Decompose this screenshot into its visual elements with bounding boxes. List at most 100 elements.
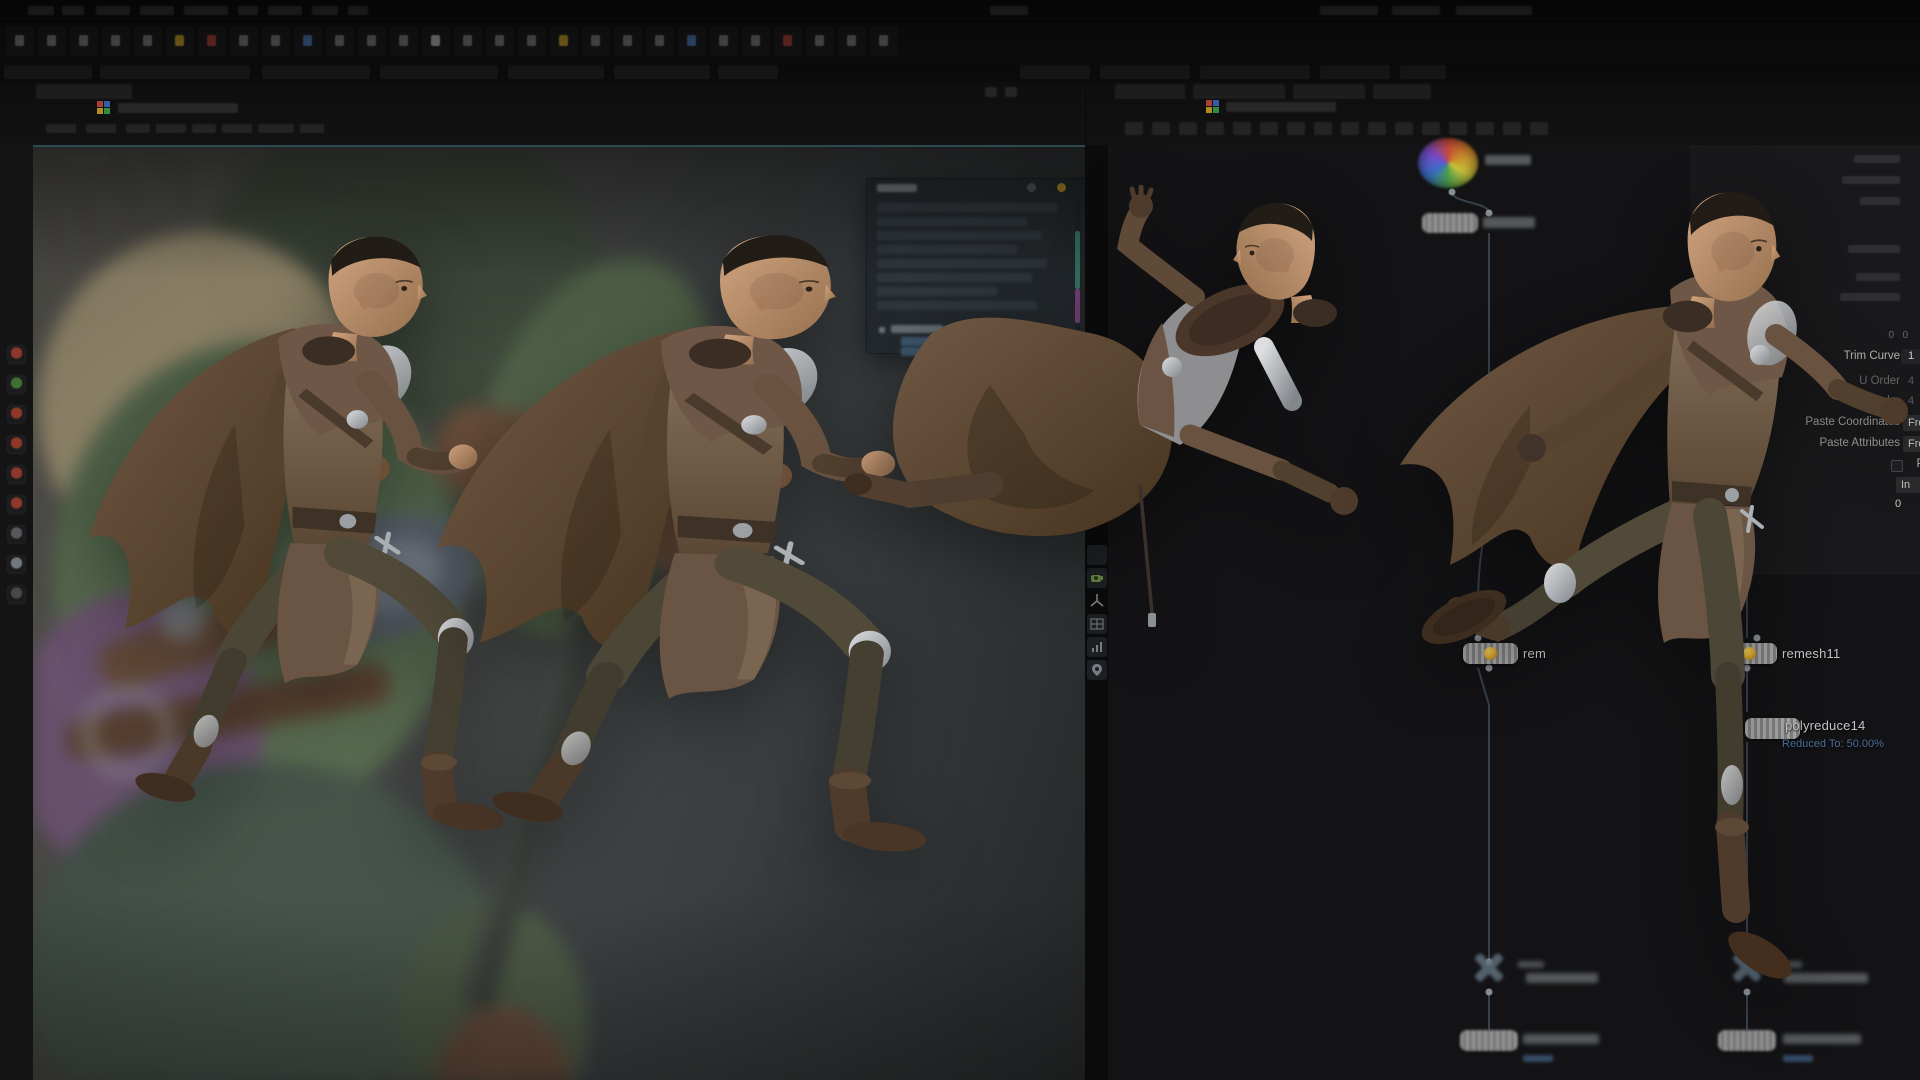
shelf-tool-icon[interactable] [6, 26, 34, 56]
toolbar-button-placeholder[interactable] [718, 65, 778, 79]
menu-item-placeholder[interactable] [62, 6, 84, 15]
network-toolbar-icon-placeholder[interactable] [1341, 122, 1359, 135]
network-toolbar-icon-placeholder[interactable] [1368, 122, 1386, 135]
toolbar-button-placeholder[interactable] [1400, 65, 1446, 79]
shelf-tool-icon[interactable] [198, 26, 226, 56]
pane-menu-item-placeholder[interactable] [192, 124, 216, 133]
shelf-tool-icon[interactable] [486, 26, 514, 56]
shelf-tool-icon[interactable] [582, 26, 610, 56]
shelf-tool-icon[interactable] [326, 26, 354, 56]
shelf-tool-icon[interactable] [870, 26, 898, 56]
shelf-tool-icon[interactable] [358, 26, 386, 56]
menu-item-placeholder[interactable] [1456, 6, 1532, 15]
toolbar-row[interactable] [0, 62, 1920, 82]
snap-tool-icon[interactable] [7, 435, 26, 454]
menu-item-placeholder[interactable] [348, 6, 368, 15]
toolbar-button-placeholder[interactable] [1020, 65, 1090, 79]
snap-tool-icon[interactable] [7, 585, 26, 604]
toolbar-button-placeholder[interactable] [4, 65, 92, 79]
menu-item-placeholder[interactable] [184, 6, 228, 15]
pane-menu-item-placeholder[interactable] [126, 124, 150, 133]
menu-item-placeholder[interactable] [1320, 6, 1378, 15]
output-node[interactable] [1718, 1030, 1776, 1051]
menu-item-placeholder[interactable] [990, 6, 1028, 15]
network-toolbar-icon-placeholder[interactable] [1206, 122, 1224, 135]
right-pane-tab-1[interactable] [1115, 84, 1185, 99]
network-toolbar-icon-placeholder[interactable] [1422, 122, 1440, 135]
snap-tool-icon[interactable] [7, 465, 26, 484]
shelf-tool-icon[interactable] [806, 26, 834, 56]
snap-tool-icon[interactable] [7, 405, 26, 424]
shelf-tool-icon[interactable] [614, 26, 642, 56]
menu-item-placeholder[interactable] [238, 6, 258, 15]
shelf-tool-icon[interactable] [262, 26, 290, 56]
network-toolbar-icon-placeholder[interactable] [1287, 122, 1305, 135]
toolbar-button-placeholder[interactable] [380, 65, 498, 79]
output-node[interactable] [1460, 1030, 1518, 1051]
pane-menu-item-placeholder[interactable] [156, 124, 186, 133]
menu-item-placeholder[interactable] [312, 6, 338, 15]
network-toolbar-icon-placeholder[interactable] [1314, 122, 1332, 135]
scene-path-text[interactable] [118, 103, 238, 113]
shelf-tool-icon[interactable] [422, 26, 450, 56]
snap-tool-icon[interactable] [7, 495, 26, 514]
shelf-tool-icon[interactable] [166, 26, 194, 56]
shelf-toolbar[interactable] [0, 22, 1920, 62]
snap-tool-icon[interactable] [7, 525, 26, 544]
toolbar-button-placeholder[interactable] [262, 65, 370, 79]
toolbar-button-placeholder[interactable] [1320, 65, 1390, 79]
shelf-tool-icon[interactable] [774, 26, 802, 56]
shelf-tool-icon[interactable] [742, 26, 770, 56]
menu-item-placeholder[interactable] [28, 6, 54, 15]
network-toolbar-icon-placeholder[interactable] [1179, 122, 1197, 135]
network-path-text[interactable] [1226, 102, 1336, 112]
pane-menu-item-placeholder[interactable] [222, 124, 252, 133]
toolbar-button-placeholder[interactable] [614, 65, 710, 79]
toolbar-button-placeholder[interactable] [1200, 65, 1310, 79]
network-toolbar-icon-placeholder[interactable] [1530, 122, 1548, 135]
network-toolbar-icon-placeholder[interactable] [1395, 122, 1413, 135]
shelf-tool-icon[interactable] [134, 26, 162, 56]
menu-item-placeholder[interactable] [96, 6, 130, 15]
shelf-tool-icon[interactable] [454, 26, 482, 56]
character-badge-node[interactable] [1418, 138, 1478, 188]
shelf-tool-icon[interactable] [678, 26, 706, 56]
right-pane-tab-2[interactable] [1193, 84, 1285, 99]
shelf-tool-icon[interactable] [294, 26, 322, 56]
pane-menu-icon[interactable] [1005, 87, 1017, 97]
shelf-tool-icon[interactable] [646, 26, 674, 56]
shelf-tool-icon[interactable] [230, 26, 258, 56]
shelf-tool-icon[interactable] [38, 26, 66, 56]
network-toolbar-icon-placeholder[interactable] [1152, 122, 1170, 135]
toolbar-button-placeholder[interactable] [1100, 65, 1190, 79]
network-toolbar-icon-placeholder[interactable] [1476, 122, 1494, 135]
toolbar-button-placeholder[interactable] [100, 65, 250, 79]
snap-tool-icon[interactable] [7, 555, 26, 574]
shelf-tool-icon[interactable] [390, 26, 418, 56]
character-model-run-right[interactable] [1380, 185, 1920, 995]
shelf-tool-icon[interactable] [102, 26, 130, 56]
right-pane-tab-4[interactable] [1373, 84, 1431, 99]
menu-bar[interactable] [0, 0, 1920, 22]
network-toolbar-icon-placeholder[interactable] [1233, 122, 1251, 135]
pane-menu-item-placeholder[interactable] [46, 124, 76, 133]
pane-menu-item-placeholder[interactable] [86, 124, 116, 133]
shelf-tool-icon[interactable] [838, 26, 866, 56]
character-model-floating[interactable] [840, 185, 1360, 655]
snap-tool-icon[interactable] [7, 345, 26, 364]
shelf-tool-icon[interactable] [518, 26, 546, 56]
toolbar-button-placeholder[interactable] [508, 65, 604, 79]
network-toolbar-icon-placeholder[interactable] [1503, 122, 1521, 135]
viewport-left-toolbar[interactable] [0, 145, 34, 1080]
shelf-tool-icon[interactable] [550, 26, 578, 56]
pane-pin-icon[interactable] [985, 87, 997, 97]
shelf-tool-icon[interactable] [710, 26, 738, 56]
right-pane-tab-3[interactable] [1293, 84, 1365, 99]
network-toolbar-icon-placeholder[interactable] [1260, 122, 1278, 135]
shelf-tool-icon[interactable] [70, 26, 98, 56]
location-pin-icon[interactable] [1087, 660, 1107, 680]
pane-menu-item-placeholder[interactable] [258, 124, 294, 133]
pane-menu-item-placeholder[interactable] [300, 124, 324, 133]
left-pane-tab[interactable] [36, 84, 132, 99]
network-toolbar-icon-placeholder[interactable] [1449, 122, 1467, 135]
